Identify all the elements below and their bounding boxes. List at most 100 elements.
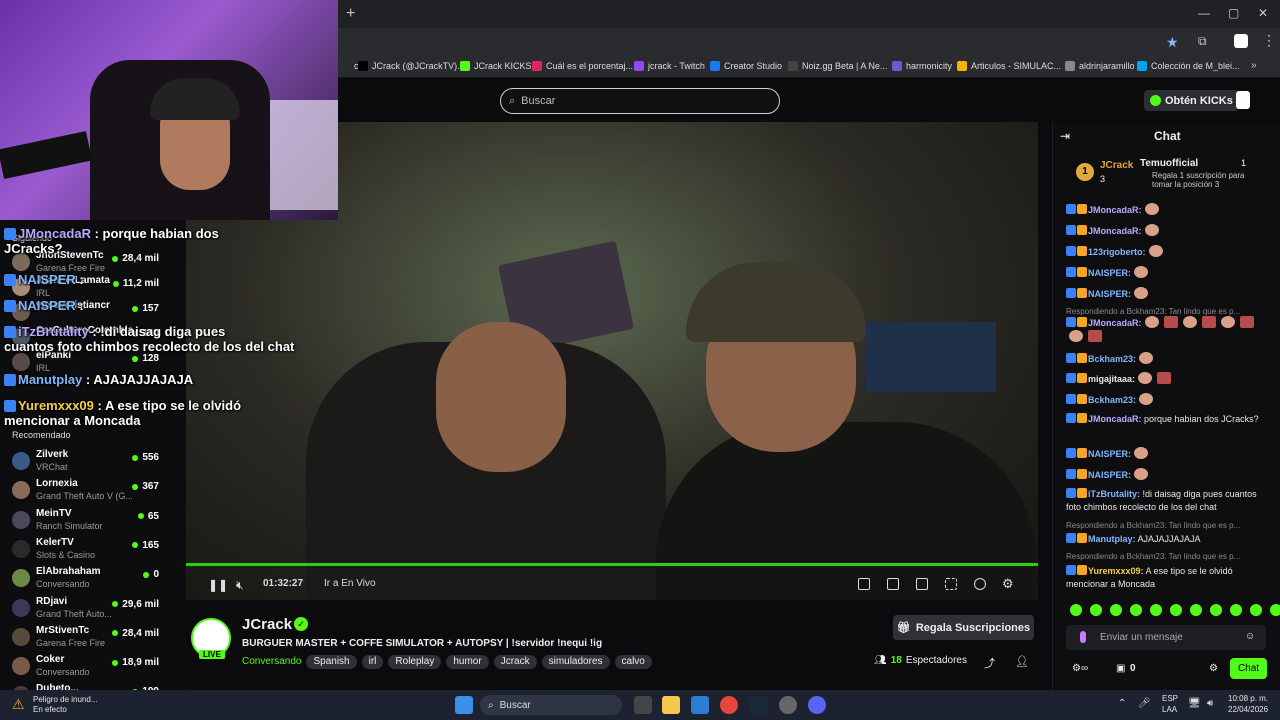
- chat-username[interactable]: NAISPER:: [1088, 289, 1131, 299]
- stream-tag[interactable]: Spanish: [306, 655, 357, 669]
- stream-tag[interactable]: irl: [361, 655, 384, 669]
- rewind-icon[interactable]: [974, 578, 986, 590]
- stream-tag[interactable]: humor: [446, 655, 489, 669]
- bookmarks-overflow-icon[interactable]: »: [1251, 60, 1257, 71]
- obs-icon[interactable]: [779, 696, 797, 714]
- emote-icon[interactable]: [1190, 604, 1202, 616]
- bookmark-item[interactable]: JCrack (@JCrackTV)...: [358, 61, 465, 71]
- chat-username[interactable]: NAISPER:: [1088, 449, 1131, 459]
- bookmark-item[interactable]: JCrack KICKS: [460, 61, 532, 71]
- stream-tag[interactable]: calvo: [614, 655, 652, 669]
- emote-icon[interactable]: [1230, 604, 1242, 616]
- bookmark-item[interactable]: Articulos - SIMULAC...: [957, 61, 1061, 71]
- bookmark-item[interactable]: harmonicity: [892, 61, 952, 71]
- new-tab-button[interactable]: +: [346, 5, 355, 23]
- share-icon[interactable]: ⤴: [984, 655, 995, 671]
- gift-subs-button[interactable]: 🎁︎ Regala Suscripciones: [893, 615, 1034, 640]
- search-input[interactable]: ⌕ Buscar: [500, 88, 780, 114]
- theater-mode-icon[interactable]: [916, 578, 928, 590]
- get-kicks-button[interactable]: Obtén KICKs: [1144, 90, 1239, 111]
- taskbar-search[interactable]: ⌕ Buscar: [480, 695, 622, 715]
- chat-input[interactable]: Enviar un mensaje: [1066, 625, 1266, 650]
- chat-username[interactable]: JMoncadaR:: [1088, 226, 1142, 236]
- sidebar-channel[interactable]: RDjavi Grand Theft Auto... 29,6 mil: [0, 594, 186, 623]
- mic-icon[interactable]: [1080, 631, 1086, 643]
- bookmark-item[interactable]: Creator Studio: [710, 61, 782, 71]
- chat-username[interactable]: NAISPER:: [1088, 470, 1131, 480]
- follow-icon[interactable]: 👤︎: [1015, 655, 1029, 668]
- clip-icon[interactable]: [887, 578, 899, 590]
- chat-username[interactable]: Manutplay:: [1088, 534, 1136, 544]
- network-icon[interactable]: 🖥︎: [1188, 698, 1201, 709]
- minimize-icon[interactable]: —: [1198, 6, 1210, 20]
- send-chat-button[interactable]: Chat: [1230, 658, 1267, 679]
- bookmark-item[interactable]: Cuál es el porcentaj...: [532, 61, 633, 71]
- sidebar-channel[interactable]: Lornexia Grand Theft Auto V (G... 367: [0, 476, 186, 505]
- bookmark-star-icon[interactable]: ★: [1166, 34, 1179, 51]
- stream-tag[interactable]: Jcrack: [493, 655, 537, 669]
- menu-kebab-icon[interactable]: ⋮: [1262, 32, 1276, 49]
- collapse-chat-icon[interactable]: ⇥: [1060, 129, 1070, 143]
- user-avatar[interactable]: [1236, 91, 1250, 109]
- mute-icon[interactable]: 🔇︎: [236, 578, 244, 593]
- weather-title[interactable]: Peligro de inund...: [33, 695, 98, 704]
- pause-icon[interactable]: ❚❚: [208, 578, 228, 592]
- volume-icon[interactable]: 🔊︎: [1207, 698, 1213, 709]
- chat-username[interactable]: JMoncadaR:: [1088, 414, 1142, 424]
- chat-gear-icon[interactable]: ⚙: [1209, 663, 1218, 674]
- chat-username[interactable]: 123rigoberto:: [1088, 247, 1146, 257]
- seek-bar[interactable]: [186, 563, 1038, 566]
- channel-name[interactable]: JCrack: [242, 616, 292, 633]
- chat-username[interactable]: JMoncadaR:: [1088, 318, 1142, 328]
- outlook-icon[interactable]: [691, 696, 709, 714]
- start-icon[interactable]: [455, 696, 473, 714]
- sidebar-channel[interactable]: KelerTV Slots & Casino 165: [0, 535, 186, 564]
- stream-tag[interactable]: simuladores: [541, 655, 610, 669]
- chat-settings-icon[interactable]: ⚙∞: [1072, 663, 1088, 674]
- chat-username[interactable]: Bckham23:: [1088, 354, 1136, 364]
- emote-icon[interactable]: [1090, 604, 1102, 616]
- bookmark-item[interactable]: aldrinjaramillo: [1065, 61, 1135, 71]
- maximize-icon[interactable]: ▢: [1228, 6, 1239, 20]
- gifter-name[interactable]: Temuofficial: [1140, 158, 1198, 169]
- discord-icon[interactable]: [808, 696, 826, 714]
- go-live-button[interactable]: Ir a En Vivo: [324, 578, 376, 589]
- sidebar-channel[interactable]: MeinTV Ranch Simulator 65: [0, 506, 186, 535]
- clock-time[interactable]: 10:08 p. m.: [1228, 694, 1268, 703]
- keyboard-lang[interactable]: ESP: [1162, 694, 1178, 703]
- tray-mic-icon[interactable]: 🎤︎: [1138, 698, 1151, 709]
- bookmark-item[interactable]: Noiz.gg Beta | A Ne...: [788, 61, 887, 71]
- sidebar-channel[interactable]: Coker Conversando 18,9 mil: [0, 652, 186, 681]
- chat-username[interactable]: JMoncadaR:: [1088, 205, 1142, 215]
- emote-icon[interactable]: [1130, 604, 1142, 616]
- bookmark-item[interactable]: jcrack - Twitch: [634, 61, 705, 71]
- emoji-icon[interactable]: ☺: [1245, 631, 1255, 642]
- chrome-icon[interactable]: [720, 696, 738, 714]
- chat-username[interactable]: Bckham23:: [1088, 395, 1136, 405]
- chat-username[interactable]: iTzBrutality:: [1088, 489, 1140, 499]
- tray-chevron-icon[interactable]: ⌃: [1118, 698, 1126, 709]
- fullscreen-icon[interactable]: [945, 578, 957, 590]
- leaderboard-user[interactable]: JCrack: [1100, 160, 1133, 171]
- emote-icon[interactable]: [1170, 604, 1182, 616]
- settings-gear-icon[interactable]: ⚙: [1002, 576, 1014, 592]
- sidebar-channel[interactable]: Zilverk VRChat 556: [0, 447, 186, 476]
- close-icon[interactable]: ✕: [1258, 6, 1268, 20]
- emote-icon[interactable]: [1210, 604, 1222, 616]
- chat-username[interactable]: migajitaaa:: [1088, 374, 1135, 384]
- emote-icon[interactable]: [1110, 604, 1122, 616]
- steam-icon[interactable]: [750, 696, 768, 714]
- emote-icon[interactable]: [1070, 604, 1082, 616]
- emote-icon[interactable]: [1150, 604, 1162, 616]
- sidebar-channel[interactable]: MrStivenTc Garena Free Fire 28,4 mil: [0, 623, 186, 652]
- stream-category[interactable]: Conversando: [242, 655, 301, 669]
- bookmark-item[interactable]: Colección de M_blei...: [1137, 61, 1240, 71]
- task-view-icon[interactable]: [634, 696, 652, 714]
- extensions-icon[interactable]: ⧉: [1198, 34, 1207, 49]
- file-explorer-icon[interactable]: [662, 696, 680, 714]
- profile-avatar[interactable]: [1234, 34, 1248, 48]
- emote-icon[interactable]: [1250, 604, 1262, 616]
- emote-icon[interactable]: [1270, 604, 1280, 616]
- sidebar-channel[interactable]: ElAbrahaham Conversando 0: [0, 564, 186, 593]
- chat-username[interactable]: NAISPER:: [1088, 268, 1131, 278]
